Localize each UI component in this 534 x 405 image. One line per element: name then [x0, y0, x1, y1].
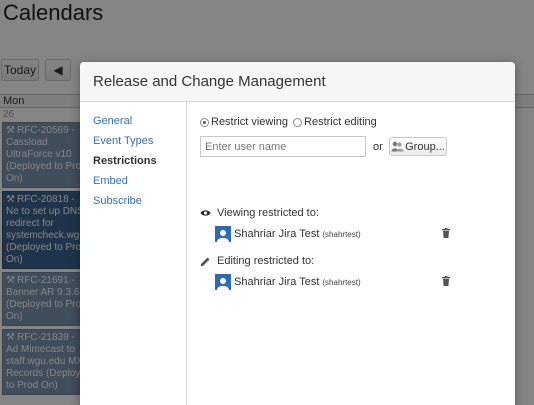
- nav-item-event-types[interactable]: Event Types: [80, 131, 186, 151]
- nav-item-subscribe[interactable]: Subscribe: [80, 191, 186, 211]
- pencil-icon: [200, 256, 211, 267]
- nav-item-restrictions[interactable]: Restrictions: [80, 151, 186, 171]
- user-name: Shahriar Jira Test: [234, 276, 320, 288]
- user-handle: (shahrtest): [322, 229, 361, 239]
- restrict-viewing-label[interactable]: Restrict viewing: [211, 116, 288, 128]
- eye-icon: [200, 209, 211, 217]
- trash-icon[interactable]: [442, 228, 450, 238]
- editing-restricted-label: Editing restricted to:: [217, 255, 315, 267]
- dialog-nav: General Event Types Restrictions Embed S…: [80, 102, 187, 405]
- dialog-title: Release and Change Management: [93, 73, 326, 90]
- user-handle: (shahrtest): [322, 277, 361, 287]
- avatar: [215, 274, 231, 290]
- group-button-label: Group...: [405, 140, 445, 153]
- editing-restricted-heading: Editing restricted to:: [200, 255, 314, 267]
- group-button[interactable]: Group...: [389, 137, 447, 156]
- avatar: [215, 226, 231, 242]
- nav-item-general[interactable]: General: [80, 111, 186, 131]
- editing-user-row: Shahriar Jira Test (shahrtest): [215, 274, 450, 290]
- viewing-restricted-heading: Viewing restricted to:: [200, 207, 319, 219]
- or-label: or: [373, 141, 383, 153]
- group-icon: [391, 141, 404, 152]
- restrict-viewing-radio[interactable]: [200, 117, 209, 127]
- user-name: Shahriar Jira Test: [234, 228, 320, 240]
- viewing-restricted-label: Viewing restricted to:: [217, 207, 319, 219]
- app-window: Calendars Today ◀ Mon 26 ⚒ RFC-20569 - Ca…: [0, 0, 534, 405]
- nav-item-embed[interactable]: Embed: [80, 171, 186, 191]
- trash-icon[interactable]: [442, 276, 450, 286]
- user-name-input[interactable]: [200, 136, 366, 157]
- restriction-mode: Restrict viewing Restrict editing: [200, 116, 382, 128]
- dialog-header: Release and Change Management: [80, 62, 515, 102]
- restrict-editing-label[interactable]: Restrict editing: [304, 116, 377, 128]
- viewing-user-row: Shahriar Jira Test (shahrtest): [215, 226, 450, 242]
- restrict-editing-radio[interactable]: [293, 117, 303, 127]
- calendar-settings-dialog: Release and Change Management General Ev…: [80, 62, 515, 405]
